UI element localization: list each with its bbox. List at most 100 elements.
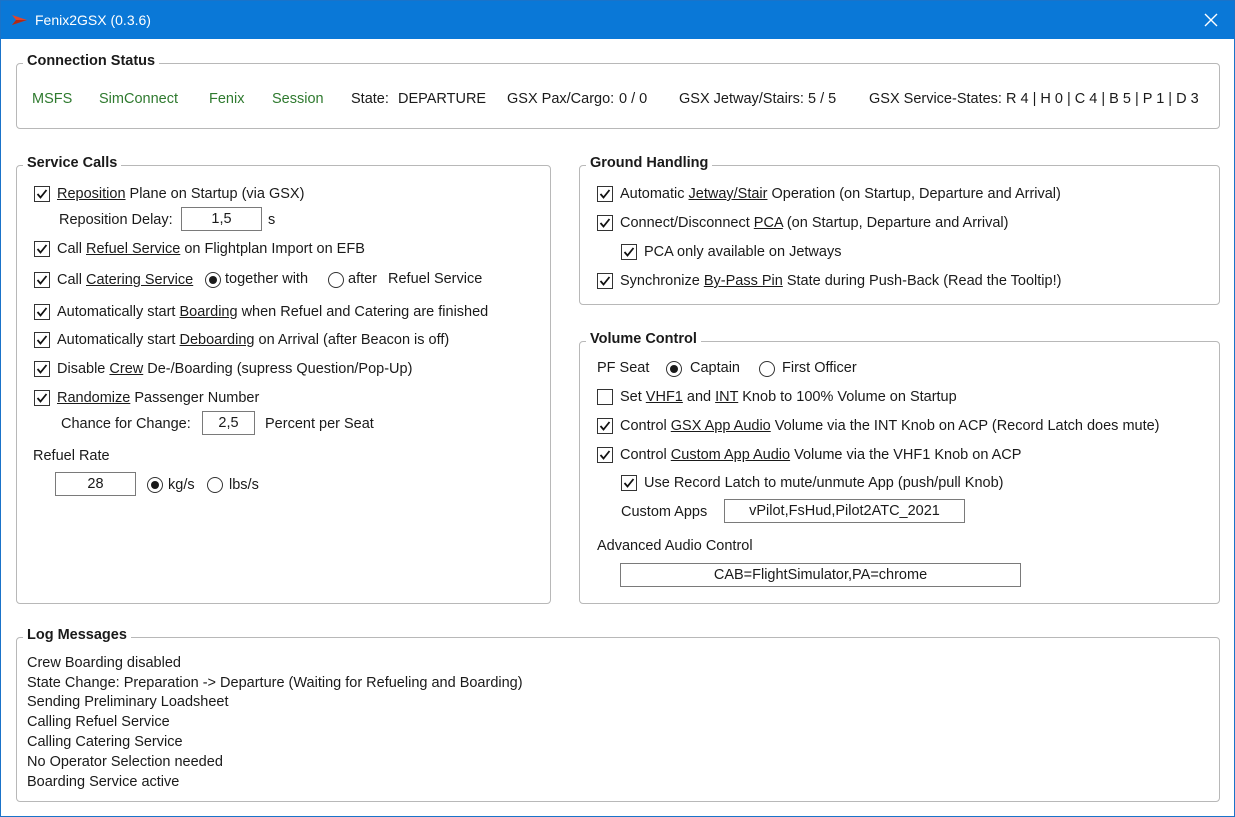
captain-radio[interactable] bbox=[666, 361, 682, 377]
service-calls-group: Service Calls Reposition Plane on Startu… bbox=[16, 155, 551, 604]
refuel-checkbox[interactable] bbox=[34, 241, 50, 257]
refuel-label[interactable]: Call Refuel Service on Flightplan Import… bbox=[57, 240, 365, 258]
ground-handling-legend: Ground Handling bbox=[586, 155, 713, 171]
custom-audio-underlined: Custom App Audio bbox=[670, 447, 791, 463]
first-officer-label[interactable]: First Officer bbox=[782, 359, 857, 377]
boarding-label-rest: when Refuel and Catering are finished bbox=[237, 304, 489, 320]
service-states-label: GSX Service-States: bbox=[869, 91, 1002, 107]
deboarding-label-underlined: Deboarding bbox=[179, 332, 255, 348]
deboarding-checkbox[interactable] bbox=[34, 332, 50, 348]
custom-audio-rest: Volume via the VHF1 Knob on ACP bbox=[790, 447, 1022, 463]
jetway-stairs-label: GSX Jetway/Stairs: bbox=[679, 91, 804, 107]
pca-jetways-label[interactable]: PCA only available on Jetways bbox=[644, 243, 841, 261]
pca-label[interactable]: Connect/Disconnect PCA (on Startup, Depa… bbox=[620, 214, 1008, 232]
refuel-rate-input[interactable]: 28 bbox=[55, 472, 136, 496]
boarding-label[interactable]: Automatically start Boarding when Refuel… bbox=[57, 303, 488, 321]
simconnect-status: SimConnect bbox=[99, 91, 178, 107]
crew-checkbox[interactable] bbox=[34, 361, 50, 377]
jetway-label-rest: Operation (on Startup, Departure and Arr… bbox=[767, 186, 1061, 202]
bypass-checkbox[interactable] bbox=[597, 273, 613, 289]
connection-status-legend: Connection Status bbox=[23, 53, 160, 69]
lbs-label[interactable]: lbs/s bbox=[229, 476, 259, 494]
vhf1-startup-u2: INT bbox=[715, 389, 739, 405]
log-line: Calling Catering Service bbox=[27, 734, 183, 750]
first-officer-radio[interactable] bbox=[759, 361, 775, 377]
catering-after-label[interactable]: after bbox=[348, 270, 377, 288]
kgs-label[interactable]: kg/s bbox=[168, 476, 195, 494]
fenix-status: Fenix bbox=[209, 91, 245, 107]
custom-audio-checkbox[interactable] bbox=[597, 447, 613, 463]
boarding-checkbox[interactable] bbox=[34, 304, 50, 320]
msfs-status: MSFS bbox=[32, 91, 73, 107]
vhf1-startup-label[interactable]: Set VHF1 and INT Knob to 100% Volume on … bbox=[620, 388, 957, 406]
vhf1-startup-pre: Set bbox=[620, 389, 646, 405]
pca-label-underlined: PCA bbox=[753, 215, 783, 231]
boarding-label-underlined: Boarding bbox=[179, 304, 238, 320]
log-line: Sending Preliminary Loadsheet bbox=[27, 694, 229, 710]
randomize-label-underlined: Randomize bbox=[57, 390, 131, 406]
close-icon[interactable] bbox=[1188, 1, 1234, 39]
title-bar[interactable]: Fenix2GSX (0.3.6) bbox=[1, 1, 1234, 39]
connection-status-group: Connection Status MSFS SimConnect Fenix … bbox=[16, 53, 1220, 129]
pca-checkbox[interactable] bbox=[597, 215, 613, 231]
pca-label-pre: Connect/Disconnect bbox=[620, 215, 754, 231]
chance-input[interactable]: 2,5 bbox=[202, 411, 255, 435]
refuel-rate-label: Refuel Rate bbox=[33, 448, 110, 464]
bypass-label-rest: State during Push-Back (Read the Tooltip… bbox=[782, 273, 1062, 289]
deboarding-label[interactable]: Automatically start Deboarding on Arriva… bbox=[57, 331, 449, 349]
deboarding-label-rest: on Arrival (after Beacon is off) bbox=[254, 332, 450, 348]
vhf1-startup-mid: and bbox=[682, 389, 716, 405]
service-states-value: R 4 | H 0 | C 4 | B 5 | P 1 | D 3 bbox=[1006, 91, 1199, 107]
catering-label[interactable]: Call Catering Service bbox=[57, 271, 193, 289]
jetway-checkbox[interactable] bbox=[597, 186, 613, 202]
randomize-label[interactable]: Randomize Passenger Number bbox=[57, 389, 259, 407]
jetway-stairs-value: 5 / 5 bbox=[808, 91, 837, 107]
log-line: No Operator Selection needed bbox=[27, 754, 223, 770]
jetway-label-underlined: Jetway/Stair bbox=[688, 186, 768, 202]
jetway-label-pre: Automatic bbox=[620, 186, 689, 202]
catering-together-radio[interactable] bbox=[205, 272, 221, 288]
reposition-checkbox[interactable] bbox=[34, 186, 50, 202]
state-value: DEPARTURE bbox=[398, 91, 487, 107]
boarding-label-pre: Automatically start bbox=[57, 304, 180, 320]
custom-audio-pre: Control bbox=[620, 447, 671, 463]
catering-after-radio[interactable] bbox=[328, 272, 344, 288]
advanced-audio-input[interactable]: CAB=FlightSimulator,PA=chrome bbox=[620, 563, 1021, 587]
crew-label[interactable]: Disable Crew De-/Boarding (supress Quest… bbox=[57, 360, 412, 378]
log-messages-group: Log Messages Crew Boarding disabled Stat… bbox=[16, 627, 1220, 802]
pf-seat-label: PF Seat bbox=[597, 360, 650, 376]
randomize-checkbox[interactable] bbox=[34, 390, 50, 406]
log-messages-legend: Log Messages bbox=[23, 627, 131, 643]
gsx-audio-label[interactable]: Control GSX App Audio Volume via the INT… bbox=[620, 417, 1160, 435]
custom-apps-input[interactable]: vPilot,FsHud,Pilot2ATC_2021 bbox=[724, 499, 965, 523]
catering-together-label[interactable]: together with bbox=[225, 270, 308, 288]
crew-label-rest: De-/Boarding (supress Question/Pop-Up) bbox=[143, 361, 413, 377]
chance-label: Chance for Change: bbox=[61, 416, 191, 432]
custom-audio-label[interactable]: Control Custom App Audio Volume via the … bbox=[620, 446, 1021, 464]
chance-unit: Percent per Seat bbox=[265, 416, 374, 432]
catering-checkbox[interactable] bbox=[34, 272, 50, 288]
deboarding-label-pre: Automatically start bbox=[57, 332, 180, 348]
crew-label-pre: Disable bbox=[57, 361, 110, 377]
reposition-delay-unit: s bbox=[268, 212, 276, 228]
vhf1-startup-checkbox[interactable] bbox=[597, 389, 613, 405]
record-latch-checkbox[interactable] bbox=[621, 475, 637, 491]
kgs-radio[interactable] bbox=[147, 477, 163, 493]
state-label: State: bbox=[351, 91, 389, 107]
bypass-label-underlined: By-Pass Pin bbox=[703, 273, 783, 289]
app-window: Fenix2GSX (0.3.6) Connection Status MSFS… bbox=[0, 0, 1235, 817]
pca-jetways-checkbox[interactable] bbox=[621, 244, 637, 260]
bypass-label[interactable]: Synchronize By-Pass Pin State during Pus… bbox=[620, 272, 1061, 290]
jetway-label[interactable]: Automatic Jetway/Stair Operation (on Sta… bbox=[620, 185, 1061, 203]
reposition-delay-input[interactable]: 1,5 bbox=[181, 207, 262, 231]
log-line: Crew Boarding disabled bbox=[27, 655, 181, 671]
captain-label[interactable]: Captain bbox=[690, 359, 740, 377]
lbs-radio[interactable] bbox=[207, 477, 223, 493]
volume-control-group: Volume Control PF Seat Captain First Off… bbox=[579, 331, 1220, 604]
reposition-label[interactable]: Reposition Plane on Startup (via GSX) bbox=[57, 185, 304, 203]
record-latch-label[interactable]: Use Record Latch to mute/unmute App (pus… bbox=[644, 474, 1003, 492]
randomize-label-rest: Passenger Number bbox=[130, 390, 260, 406]
gsx-audio-checkbox[interactable] bbox=[597, 418, 613, 434]
service-calls-legend: Service Calls bbox=[23, 155, 122, 171]
vhf1-startup-rest: Knob to 100% Volume on Startup bbox=[738, 389, 957, 405]
